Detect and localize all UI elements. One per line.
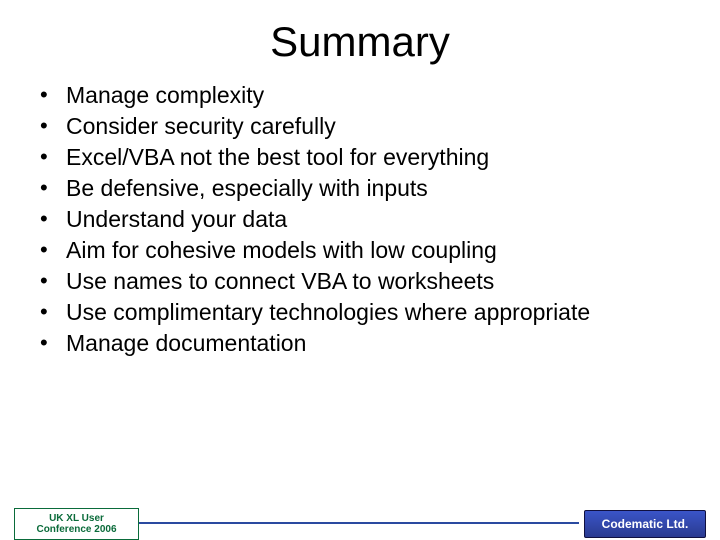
list-item: Use complimentary technologies where app… xyxy=(28,297,692,328)
list-item: Use names to connect VBA to worksheets xyxy=(28,266,692,297)
slide-title: Summary xyxy=(0,18,720,66)
conference-line1: UK XL User xyxy=(49,513,104,524)
list-item: Manage documentation xyxy=(28,328,692,359)
list-item: Be defensive, especially with inputs xyxy=(28,173,692,204)
company-logo: Codematic Ltd. xyxy=(584,510,706,538)
slide-content: Manage complexity Consider security care… xyxy=(0,80,720,359)
slide: Summary Manage complexity Consider secur… xyxy=(0,18,720,540)
list-item: Consider security carefully xyxy=(28,111,692,142)
list-item: Manage complexity xyxy=(28,80,692,111)
list-item: Aim for cohesive models with low couplin… xyxy=(28,235,692,266)
bullet-list: Manage complexity Consider security care… xyxy=(28,80,692,359)
slide-footer: UK XL User Conference 2006 Codematic Ltd… xyxy=(0,500,720,540)
list-item: Understand your data xyxy=(28,204,692,235)
conference-badge: UK XL User Conference 2006 xyxy=(14,508,139,540)
conference-line2: Conference 2006 xyxy=(36,524,116,535)
list-item: Excel/VBA not the best tool for everythi… xyxy=(28,142,692,173)
footer-divider xyxy=(139,522,579,524)
